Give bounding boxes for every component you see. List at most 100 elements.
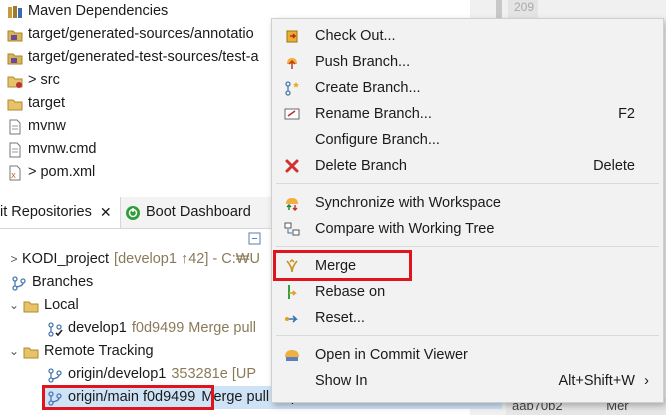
library-icon: [6, 3, 24, 21]
tree-item-label: Branches: [32, 274, 94, 290]
tree-item-remote-develop[interactable]: origin/develop1 353281e [UP: [46, 363, 256, 386]
menu-item-open-commit-viewer[interactable]: Open in Commit Viewer: [272, 342, 663, 368]
push-icon: [283, 53, 301, 71]
menu-label: Synchronize with Workspace: [315, 195, 501, 211]
tree-item-label: > src: [28, 72, 60, 88]
tree-item-label: target/generated-sources/annotatio: [28, 26, 254, 42]
menu-item-configure-branch[interactable]: Configure Branch...: [272, 127, 663, 153]
tree-item-label: target: [28, 95, 66, 111]
folder-icon: [6, 95, 24, 113]
chevron-right-icon[interactable]: >: [8, 248, 20, 271]
tree-item-branches[interactable]: Branches: [10, 271, 93, 294]
branch-detail: f0d9499 Merge pull: [131, 320, 257, 336]
branch-detail: 353281e [UP: [171, 366, 257, 382]
menu-item-create-branch[interactable]: Create Branch...: [272, 75, 663, 101]
spring-boot-icon: [124, 204, 142, 222]
menu-label: Create Branch...: [315, 80, 421, 96]
file-icon: [6, 141, 24, 159]
menu-label: Push Branch...: [315, 54, 411, 70]
chevron-down-icon[interactable]: ⌄: [8, 294, 20, 317]
context-menu: Check Out... Push Branch... Create Branc…: [271, 18, 664, 403]
delete-icon: [283, 157, 301, 175]
tab-git-repositories[interactable]: it Repositories ✕: [0, 197, 121, 228]
menu-shortcut: Alt+Shift+W: [558, 373, 635, 389]
compare-icon: [283, 220, 301, 238]
tree-item-remote-tracking[interactable]: ⌄ Remote Tracking: [8, 340, 154, 363]
tree-item-label: target/generated-test-sources/test-a: [28, 49, 259, 65]
chevron-down-icon[interactable]: ⌄: [8, 340, 20, 363]
menu-shortcut: F2: [618, 106, 635, 122]
menu-item-delete-branch[interactable]: Delete Branch Delete: [272, 153, 663, 179]
menu-label: Compare with Working Tree: [315, 221, 495, 237]
source-folder-icon: [6, 49, 24, 67]
xml-file-icon: X: [6, 164, 24, 182]
tree-item-target[interactable]: target: [6, 92, 65, 115]
tree-item-generated-sources[interactable]: target/generated-sources/annotatio: [6, 23, 254, 46]
rename-icon: [283, 105, 301, 123]
tree-item-label: mvnw: [28, 118, 66, 134]
menu-item-compare[interactable]: Compare with Working Tree: [272, 216, 663, 242]
remote-branch-icon: [46, 366, 64, 384]
tab-boot-dashboard[interactable]: Boot Dashboard: [124, 197, 251, 228]
menu-separator: [276, 335, 659, 336]
highlight-box-merge: [273, 250, 412, 281]
tree-item-label: Maven Dependencies: [28, 3, 169, 19]
tree-item-pom-xml[interactable]: X > pom.xml: [6, 161, 95, 184]
commit-viewer-icon: [283, 346, 301, 364]
close-icon[interactable]: ✕: [100, 197, 112, 228]
menu-label: Configure Branch...: [315, 132, 440, 148]
rebase-icon: [283, 283, 301, 301]
branch-name: origin/develop1: [68, 366, 167, 382]
create-branch-icon: [283, 79, 301, 97]
tree-item-label: mvnw.cmd: [28, 141, 97, 157]
sync-icon: [283, 194, 301, 212]
menu-label: Reset...: [315, 310, 365, 326]
menu-label: Rename Branch...: [315, 106, 432, 122]
menu-label: Open in Commit Viewer: [315, 347, 468, 363]
tree-item-generated-test-sources[interactable]: target/generated-test-sources/test-a: [6, 46, 259, 69]
tree-item-src[interactable]: > src: [6, 69, 60, 92]
source-folder-icon: [6, 26, 24, 44]
menu-label: Show In: [315, 373, 368, 389]
view-tab-bar: it Repositories ✕ Boot Dashboard: [0, 197, 272, 229]
tree-item-local[interactable]: ⌄ Local: [8, 294, 79, 317]
menu-label: Check Out...: [315, 28, 396, 44]
tree-item-label: Remote Tracking: [44, 343, 154, 359]
tree-item-repo[interactable]: > KODI_project [develop1 ↑42] - C:₩U: [8, 248, 260, 271]
menu-item-check-out[interactable]: Check Out...: [272, 23, 663, 49]
menu-separator: [276, 246, 659, 247]
tab-label: it Repositories: [0, 204, 92, 220]
folder-open-icon: [22, 343, 40, 361]
menu-item-synchronize[interactable]: Synchronize with Workspace: [272, 190, 663, 216]
checkout-icon: [283, 27, 301, 45]
highlight-box-remote-main: [42, 385, 214, 410]
reset-icon: [283, 309, 301, 327]
branch-name: develop1: [68, 320, 127, 336]
repo-detail: [develop1 ↑42] - C:₩U: [114, 251, 260, 267]
menu-label: Rebase on: [315, 284, 386, 300]
branches-icon: [10, 274, 28, 292]
submenu-arrow-icon: ›: [644, 373, 649, 389]
tree-item-maven-dependencies[interactable]: Maven Dependencies: [6, 0, 168, 23]
menu-label: Delete Branch: [315, 158, 407, 174]
tree-item-mvnw-cmd[interactable]: mvnw.cmd: [6, 138, 97, 161]
tree-item-mvnw[interactable]: mvnw: [6, 115, 66, 138]
menu-item-reset[interactable]: Reset...: [272, 305, 663, 331]
tree-item-label: Local: [44, 297, 79, 313]
tree-item-label: > pom.xml: [28, 164, 96, 180]
folder-icon: [6, 72, 24, 90]
menu-item-show-in[interactable]: Show In Alt+Shift+W ›: [272, 368, 663, 394]
tab-label: Boot Dashboard: [146, 204, 251, 220]
svg-text:X: X: [11, 172, 16, 180]
menu-item-push-branch[interactable]: Push Branch...: [272, 49, 663, 75]
menu-item-rename-branch[interactable]: Rename Branch... F2: [272, 101, 663, 127]
folder-open-icon: [22, 297, 40, 315]
file-icon: [6, 118, 24, 136]
menu-separator: [276, 183, 659, 184]
repo-name: KODI_project: [22, 251, 110, 267]
menu-item-rebase-on[interactable]: Rebase on: [272, 279, 663, 305]
collapse-all-icon[interactable]: [248, 232, 262, 246]
branch-checked-out-icon: [46, 320, 64, 338]
tree-item-local-branch[interactable]: develop1 f0d9499 Merge pull: [46, 317, 256, 340]
menu-shortcut: Delete: [593, 158, 635, 174]
